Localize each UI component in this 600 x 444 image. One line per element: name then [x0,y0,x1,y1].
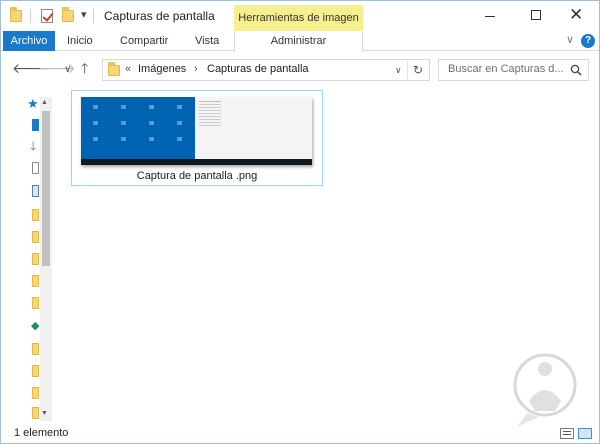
thumbnail-icon [177,137,182,141]
maximize-icon [531,10,541,20]
minimize-icon [485,16,495,17]
search-icon[interactable] [570,64,582,76]
close-icon: ✕ [569,5,584,24]
window-title: Capturas de pantalla [104,9,215,23]
search-placeholder: Buscar en Capturas d... [448,63,564,75]
file-name: Captura de pantalla .png [136,170,258,182]
thumbnail-icon [93,121,98,125]
onedrive-icon[interactable]: ◆ [31,319,39,332]
scrollbar-thumb[interactable] [42,111,50,266]
quick-access-star-icon[interactable]: ★ [27,96,39,112]
breadcrumb-overflow[interactable]: « [125,63,131,75]
tab-inicio[interactable]: Inicio [67,31,93,51]
watermark-logo [513,353,577,427]
thumbnail-icon [93,137,98,141]
breadcrumb-separator-icon[interactable]: › [194,63,198,75]
thumbnail-icon [177,121,182,125]
breadcrumb-capturas[interactable]: Capturas de pantalla [207,63,309,75]
address-dropdown-icon[interactable]: ∨ [395,65,402,76]
expand-ribbon-icon[interactable]: ∨ [566,33,574,46]
breadcrumb-imagenes[interactable]: Imágenes [138,63,186,75]
scroll-up-icon[interactable]: ▲ [41,99,48,106]
refresh-icon[interactable]: ↻ [413,63,423,77]
file-item[interactable]: Captura de pantalla .png [71,90,323,186]
tab-compartir[interactable]: Compartir [120,31,168,51]
folder-icon[interactable] [32,343,39,355]
item-count: 1 elemento [14,427,69,439]
thumbnail-window [195,97,312,165]
thumbnail-icon [149,105,154,109]
ribbon-tabs: Archivo Inicio Compartir Vista Administr… [1,31,599,52]
title-bar: ▾ Capturas de pantalla Herramientas de i… [1,1,599,31]
scroll-down-icon[interactable]: ▼ [41,410,48,417]
folder-icon[interactable] [32,297,39,309]
navigation-bar: 🡐 🡒 ∨ 🡑 « Imágenes › Capturas de pantall… [1,53,599,85]
minimize-button[interactable] [467,1,513,31]
documents-icon[interactable] [32,162,39,174]
context-tab-image-tools: Herramientas de imagen [234,5,363,31]
folder-icon [108,62,120,76]
close-button[interactable]: ✕ [553,1,599,31]
help-icon[interactable]: ? [581,34,595,48]
folder-icon[interactable] [32,365,39,377]
properties-icon[interactable] [41,9,53,23]
folder-icon[interactable] [32,407,39,419]
folder-icon[interactable] [32,275,39,287]
divider [30,9,31,23]
divider [407,61,408,79]
thumbnail-desktop [81,97,195,165]
thumbnail-icon [177,105,182,109]
thumbnail-icon [121,105,126,109]
tab-vista[interactable]: Vista [195,31,219,51]
thumbnail-icon [93,105,98,109]
file-explorer-window: ▾ Capturas de pantalla Herramientas de i… [0,0,600,444]
downloads-icon[interactable]: 🡓 [30,137,36,158]
new-folder-icon[interactable] [62,7,74,22]
tab-archivo[interactable]: Archivo [3,31,55,51]
thumbnail-icon [149,121,154,125]
thumbnail-text-lines [199,101,221,102]
file-thumbnail [81,97,312,165]
thumbnail-icon [121,121,126,125]
thumbnail-icon [121,137,126,141]
thumbnail-taskbar [81,159,312,165]
recent-locations-button[interactable]: ∨ [64,62,71,78]
divider [93,9,94,23]
desktop-icon[interactable] [32,119,39,131]
folder-icon[interactable] [32,387,39,399]
folder-icon[interactable] [32,209,39,221]
search-box[interactable]: Buscar en Capturas d... [438,59,589,81]
folder-icon [10,7,22,22]
folder-icon[interactable] [32,231,39,243]
pictures-icon[interactable] [32,185,39,197]
up-button[interactable]: 🡑 [81,60,88,76]
address-bar[interactable]: « Imágenes › Capturas de pantalla ∨ ↻ [102,59,430,81]
folder-icon[interactable] [32,253,39,265]
tab-administrar[interactable]: Administrar [234,31,363,52]
customize-quick-access-icon[interactable]: ▾ [81,8,87,21]
thumbnail-icon [149,137,154,141]
